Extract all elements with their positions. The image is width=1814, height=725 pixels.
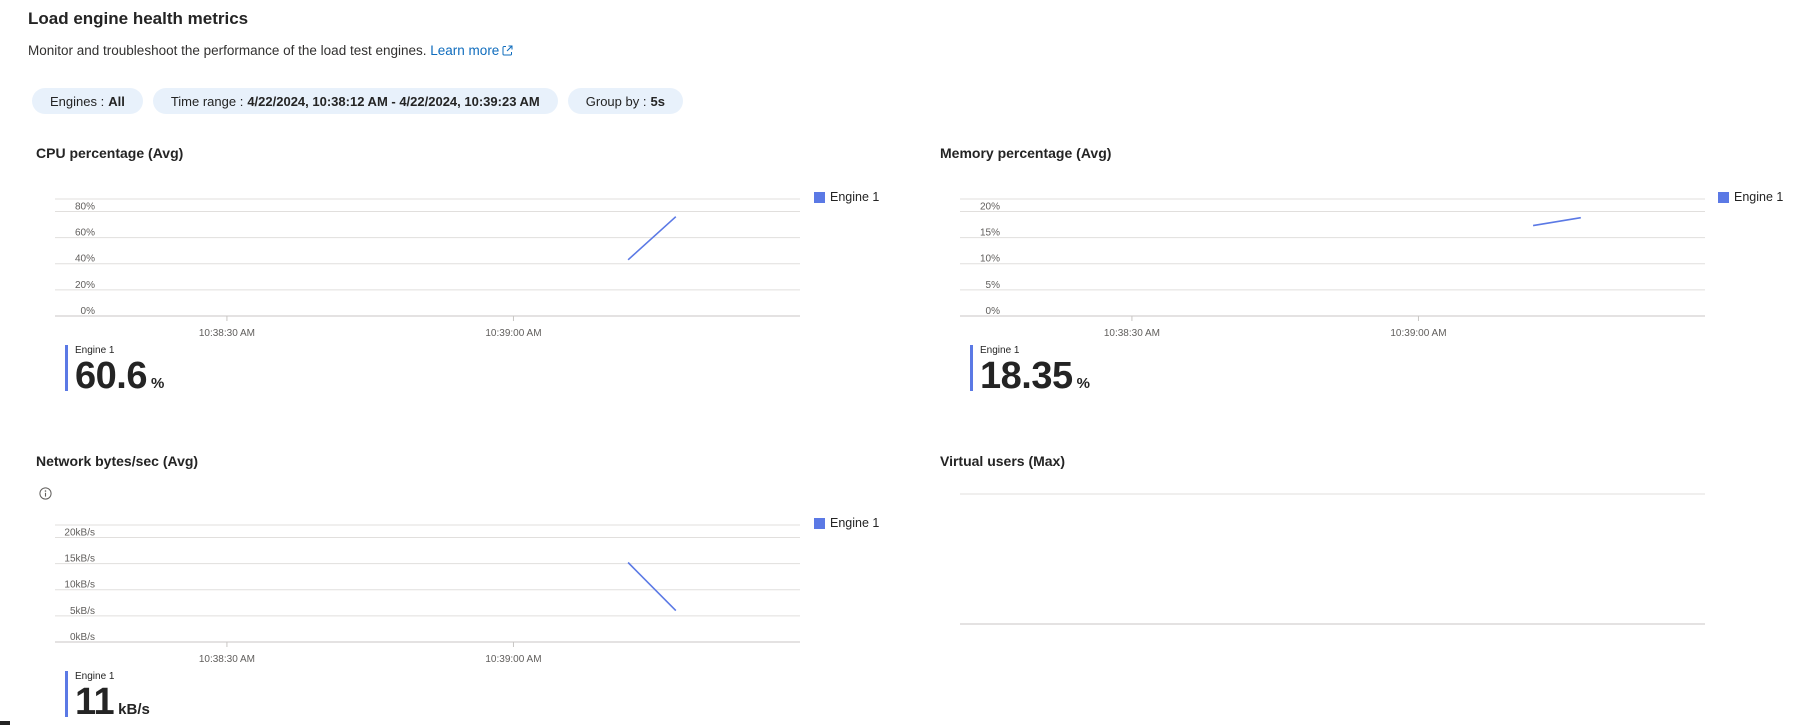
cpu-summary-value: 60.6 — [75, 355, 147, 397]
y-tick-label: 10% — [980, 254, 1000, 265]
x-tick-label: 10:38:30 AM — [199, 654, 255, 665]
info-icon[interactable] — [39, 487, 52, 500]
filter-bar: Engines : All Time range :4/22/2024, 10:3… — [32, 88, 683, 114]
network-legend-swatch — [814, 517, 825, 529]
y-tick-label: 20kB/s — [64, 527, 95, 538]
y-tick-label: 20% — [980, 201, 1000, 212]
time-range-filter-value: 4/22/2024, 10:38:12 AM - 4/22/2024, 10:3… — [247, 93, 540, 109]
y-tick-label: 60% — [75, 228, 95, 239]
learn-more-label: Learn more — [430, 43, 500, 58]
memory-legend-item[interactable]: Engine 1 — [1718, 190, 1783, 204]
network-chart-title: Network bytes/sec (Avg) — [36, 453, 199, 469]
x-tick-label: 10:38:30 AM — [199, 328, 255, 339]
cpu-summary: Engine 1 60.6% — [65, 345, 165, 395]
group-by-filter-label: Group by : — [585, 93, 647, 109]
x-tick-label: 10:38:30 AM — [1104, 328, 1160, 339]
engines-filter-label: Engines : — [50, 93, 105, 109]
cpu-legend-item[interactable]: Engine 1 — [814, 190, 879, 204]
cpu-summary-unit: % — [150, 375, 165, 392]
page-title: Load engine health metrics — [28, 9, 249, 28]
y-tick-label: 0kB/s — [70, 632, 95, 643]
engines-filter-value: All — [108, 93, 125, 109]
memory-legend-swatch — [1718, 191, 1729, 203]
y-tick-label: 10kB/s — [64, 580, 95, 591]
y-tick-label: 5kB/s — [70, 606, 95, 617]
y-tick-label: 15% — [980, 228, 1000, 239]
network-summary-value: 11 — [75, 681, 115, 723]
memory-chart-title: Memory percentage (Avg) — [940, 145, 1112, 161]
series-line-engine-1 — [1532, 216, 1581, 227]
y-tick-label: 0% — [81, 306, 96, 317]
x-tick-label: 10:39:00 AM — [485, 328, 541, 339]
cpu-chart-title: CPU percentage (Avg) — [36, 145, 184, 161]
memory-legend-label: Engine 1 — [1734, 190, 1784, 204]
series-line-engine-1 — [627, 216, 677, 261]
series-line-engine-1 — [627, 561, 677, 612]
x-tick-label: 10:39:00 AM — [485, 654, 541, 665]
time-range-filter-label: Time range : — [170, 93, 244, 109]
cpu-legend-label: Engine 1 — [830, 190, 880, 204]
page-description: Monitor and troubleshoot the performance… — [28, 43, 513, 58]
description-text: Monitor and troubleshoot the performance… — [28, 43, 427, 58]
group-by-filter-pill[interactable]: Group by :5s — [567, 88, 683, 114]
learn-more-link[interactable]: Learn more — [430, 43, 513, 58]
x-tick-label: 10:39:00 AM — [1390, 328, 1446, 339]
y-tick-label: 0% — [986, 306, 1001, 317]
y-tick-label: 5% — [986, 280, 1001, 291]
group-by-filter-value: 5s — [650, 93, 665, 109]
memory-summary-unit: % — [1076, 375, 1090, 392]
external-link-icon — [502, 45, 513, 56]
network-legend-item[interactable]: Engine 1 — [814, 516, 879, 530]
y-tick-label: 80% — [75, 201, 95, 212]
y-tick-label: 20% — [75, 280, 95, 291]
y-tick-label: 40% — [75, 254, 95, 265]
y-tick-label: 15kB/s — [64, 554, 95, 565]
memory-summary-value: 18.35 — [980, 355, 1073, 397]
cpu-legend-swatch — [814, 191, 825, 203]
time-range-filter-pill[interactable]: Time range :4/22/2024, 10:38:12 AM - 4/2… — [152, 88, 558, 114]
network-summary-unit: kB/s — [118, 701, 150, 718]
engines-filter-pill[interactable]: Engines : All — [32, 88, 143, 114]
window-corner — [0, 721, 10, 725]
vusers-chart-title: Virtual users (Max) — [940, 453, 1066, 469]
network-summary: Engine 1 11 kB/s — [65, 671, 150, 721]
memory-summary: Engine 1 18.35% — [970, 345, 1090, 395]
network-legend-label: Engine 1 — [830, 516, 880, 530]
